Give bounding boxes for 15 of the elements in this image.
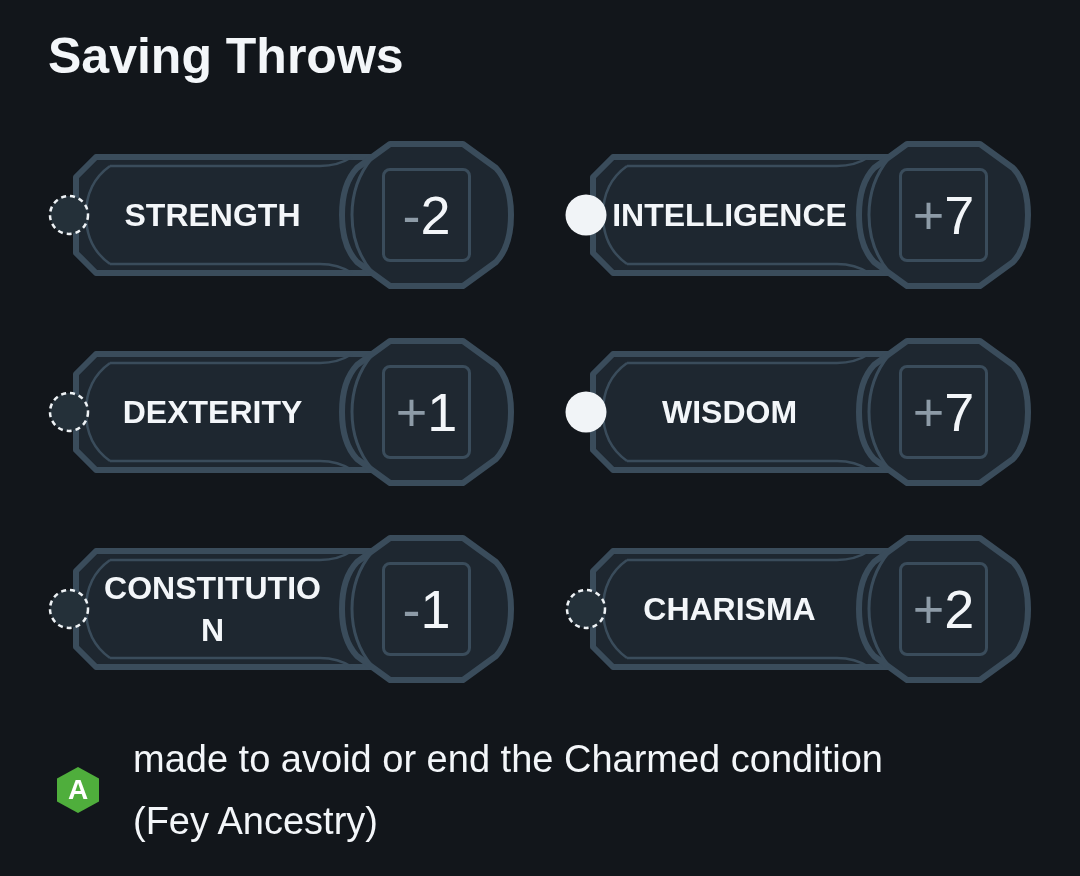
section-title: Saving Throws	[48, 27, 404, 86]
modifier-value[interactable]: +1	[382, 365, 471, 459]
modifier-value[interactable]: +7	[899, 365, 988, 459]
ability-name: DEXTERITY	[121, 393, 304, 432]
ability-name: STRENGTH	[123, 196, 302, 235]
ability-name: INTELLIGENCE	[611, 196, 848, 235]
ability-name: CONSTITUTION	[103, 569, 322, 650]
ability-name: CHARISMA	[642, 590, 817, 629]
note-text: made to avoid or end the Charmed condition (Fey Ancestry)	[133, 737, 884, 844]
modifier-value[interactable]: -1	[382, 562, 471, 656]
ability-name: WISDOM	[660, 393, 799, 432]
modifier-value[interactable]: +7	[899, 168, 988, 262]
modifier-value[interactable]: +2	[899, 562, 988, 656]
advantage-badge: A	[57, 767, 99, 813]
modifier-value[interactable]: -2	[382, 168, 471, 262]
